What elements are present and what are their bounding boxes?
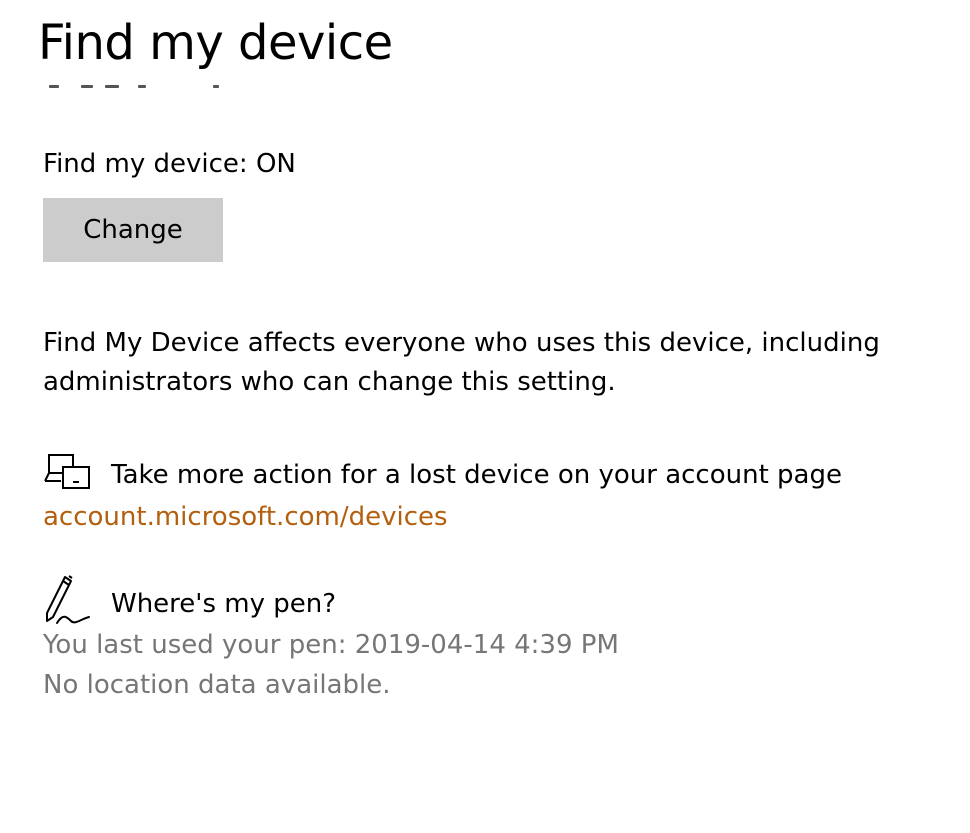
find-my-device-status: Find my device: ON	[43, 149, 296, 179]
devices-icon	[43, 453, 93, 495]
lost-device-row: Take more action for a lost device on yo…	[43, 453, 953, 493]
pen-icon	[43, 573, 95, 631]
lost-device-label: Take more action for a lost device on yo…	[111, 460, 842, 490]
change-button[interactable]: Change	[43, 198, 223, 262]
clipped-scrolled-text	[43, 83, 243, 89]
page-title: Find my device	[38, 15, 393, 71]
pen-location-status: No location data available.	[43, 670, 391, 700]
settings-page: Find my device Find my device: ON Change…	[0, 0, 970, 833]
account-devices-link[interactable]: account.microsoft.com/devices	[43, 500, 448, 534]
pen-row: Where's my pen?	[43, 573, 643, 629]
pen-last-used: You last used your pen: 2019-04-14 4:39 …	[43, 630, 619, 660]
find-my-device-info: Find My Device affects everyone who uses…	[43, 328, 880, 397]
pen-label: Where's my pen?	[111, 589, 337, 619]
